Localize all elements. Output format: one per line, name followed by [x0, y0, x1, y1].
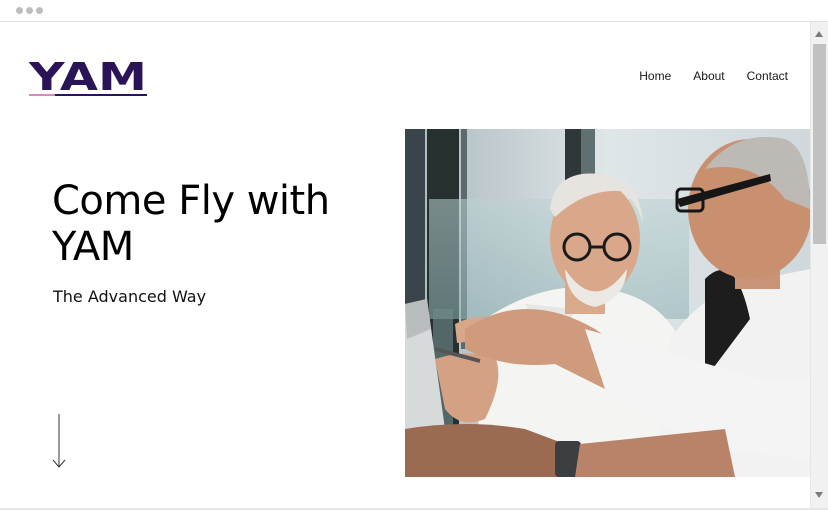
hero-title: Come Fly with YAM	[52, 178, 330, 270]
window-dot-icon[interactable]	[16, 7, 23, 14]
page-scrollbar[interactable]	[810, 22, 828, 508]
window-dot-icon[interactable]	[26, 7, 33, 14]
browser-chrome-bar	[0, 0, 828, 22]
browser-window: YAM Home About Contact Come Fly with YAM…	[0, 0, 828, 510]
logo-underline-purple	[55, 94, 147, 96]
scroll-down-arrow-icon[interactable]	[811, 487, 828, 504]
nav-contact-link[interactable]: Contact	[747, 69, 788, 83]
main-nav: Home About Contact	[639, 69, 788, 83]
window-dot-icon[interactable]	[36, 7, 43, 14]
nav-home-link[interactable]: Home	[639, 69, 671, 83]
page-viewport: YAM Home About Contact Come Fly with YAM…	[0, 22, 810, 508]
yam-logo[interactable]: YAM	[29, 54, 149, 98]
hero-photo	[405, 129, 810, 477]
logo-text: YAM	[29, 55, 147, 98]
logo-underline-pink	[29, 94, 55, 96]
hero-subtitle: The Advanced Way	[53, 287, 207, 306]
scroll-up-arrow-icon[interactable]	[811, 26, 828, 43]
arrow-down-icon[interactable]	[51, 414, 67, 470]
scrollbar-thumb[interactable]	[813, 44, 826, 244]
nav-about-link[interactable]: About	[693, 69, 724, 83]
